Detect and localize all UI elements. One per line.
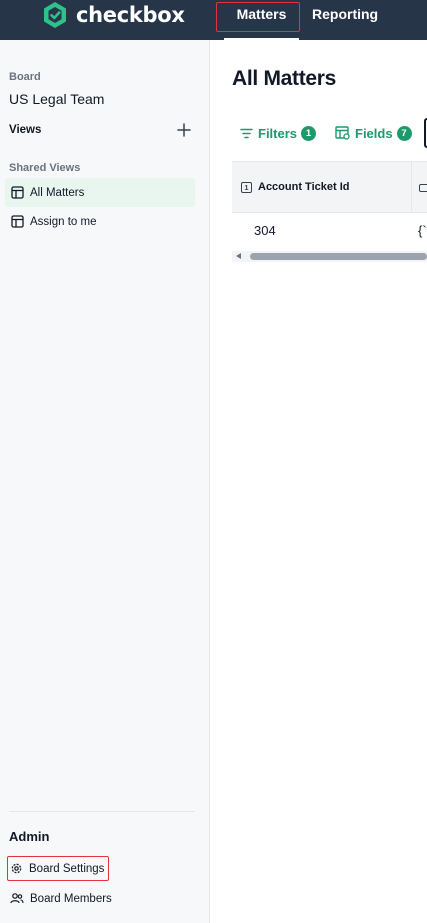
number-field-icon: 1: [241, 182, 252, 193]
gear-icon: [11, 863, 22, 874]
sidebar: Board US Legal Team Views Shared Views A…: [0, 40, 210, 923]
fields-button[interactable]: Fields 7: [335, 124, 412, 142]
table-cell-account-ticket-id[interactable]: 304: [254, 223, 276, 238]
board-settings-label: Board Settings: [29, 862, 105, 875]
table-icon: [11, 186, 24, 199]
views-heading: Views: [9, 124, 42, 136]
app-name: checkbox: [76, 3, 185, 27]
filters-count-badge: 1: [301, 125, 317, 141]
app-logo[interactable]: checkbox: [41, 0, 185, 30]
board-label: Board: [9, 71, 41, 83]
sidebar-item-label: Assign to me: [30, 215, 97, 228]
admin-heading: Admin: [9, 829, 50, 844]
add-view-icon[interactable]: [176, 122, 192, 138]
users-icon: [10, 893, 24, 904]
nav-tab-matters[interactable]: Matters: [224, 0, 299, 40]
sidebar-item-all-matters[interactable]: All Matters: [5, 178, 195, 207]
horizontal-scrollbar[interactable]: [232, 251, 427, 262]
nav-tab-reporting[interactable]: Reporting: [312, 0, 378, 40]
checkbox-logo-icon: [44, 2, 66, 28]
scroll-left-icon[interactable]: [236, 253, 241, 259]
fields-label: Fields: [355, 125, 393, 141]
page-title: All Matters: [232, 67, 337, 90]
scrollbar-thumb[interactable]: [250, 253, 427, 260]
top-nav-bar: checkbox Matters Reporting: [0, 0, 427, 40]
filters-label: Filters: [258, 125, 298, 141]
sidebar-item-label: All Matters: [30, 186, 85, 199]
table-cell[interactable]: {`: [418, 223, 427, 238]
table-icon: [11, 215, 24, 228]
sidebar-item-assign-to-me[interactable]: Assign to me: [5, 207, 195, 236]
column-header-account-ticket-id[interactable]: Account Ticket Id: [258, 181, 349, 193]
table-header: 1 Account Ticket Id: [232, 161, 427, 213]
fields-count-badge: 7: [396, 125, 412, 141]
board-name[interactable]: US Legal Team: [9, 91, 104, 107]
shared-views-heading: Shared Views: [9, 162, 81, 174]
board-members-link[interactable]: Board Members: [4, 884, 194, 913]
sidebar-divider: [9, 811, 195, 812]
filters-button[interactable]: Filters 1: [240, 124, 317, 142]
filter-icon: [240, 128, 253, 138]
fields-icon: [335, 126, 350, 140]
column-divider[interactable]: [411, 162, 412, 213]
board-members-label: Board Members: [30, 892, 112, 905]
board-settings-link[interactable]: Board Settings: [4, 854, 194, 883]
text-field-icon: [419, 184, 427, 192]
